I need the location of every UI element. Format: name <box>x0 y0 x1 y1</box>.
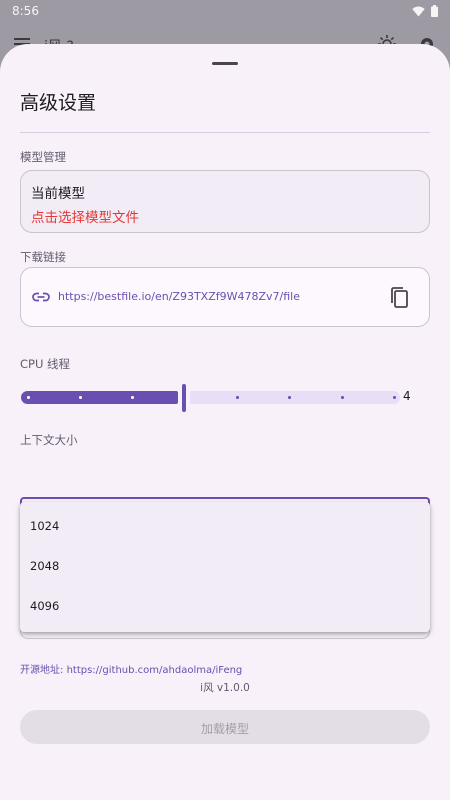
divider <box>20 132 430 133</box>
load-model-label: 加载模型 <box>200 722 249 736</box>
slider-thumb[interactable] <box>182 384 186 412</box>
wifi-icon <box>412 6 425 17</box>
menu-option-4096[interactable]: 4096 <box>20 586 430 626</box>
copy-icon[interactable] <box>389 286 411 310</box>
download-url[interactable]: https://bestfile.io/en/Z93TXZf9W478Zv7/f… <box>58 290 300 303</box>
load-model-button[interactable]: 加载模型 <box>20 710 430 744</box>
slider-tick <box>27 396 30 399</box>
current-model-label: 当前模型 <box>31 186 85 202</box>
cpu-threads-value: 4 <box>403 389 411 403</box>
menu-option-label: 2048 <box>30 559 60 573</box>
download-section-label: 下载链接 <box>20 250 66 264</box>
context-size-label: 上下文大小 <box>20 433 78 447</box>
sheet-title: 高级设置 <box>20 92 97 114</box>
cpu-threads-slider[interactable] <box>20 384 400 412</box>
source-code-link[interactable]: 开源地址: https://github.com/ahdaolma/iFeng <box>20 661 242 676</box>
battery-icon <box>431 5 438 17</box>
status-icons <box>412 5 438 17</box>
menu-option-2048[interactable]: 2048 <box>20 546 430 586</box>
slider-tick <box>79 396 82 399</box>
source-url: https://github.com/ahdaolma/iFeng <box>66 665 243 676</box>
download-link-card: https://bestfile.io/en/Z93TXZf9W478Zv7/f… <box>20 267 430 327</box>
status-time: 8:56 <box>12 4 39 18</box>
select-model-file-link[interactable]: 点击选择模型文件 <box>31 206 139 226</box>
model-select-card[interactable]: 当前模型 点击选择模型文件 <box>20 170 430 233</box>
menu-option-1024[interactable]: 1024 <box>20 506 430 546</box>
status-bar: 8:56 <box>0 0 450 24</box>
slider-inactive-track <box>190 391 400 404</box>
menu-option-label: 4096 <box>30 599 60 613</box>
cpu-threads-label: CPU 线程 <box>20 357 71 371</box>
slider-active-track <box>21 391 178 404</box>
context-size-menu: 1024 2048 4096 <box>20 502 430 632</box>
slider-tick <box>393 396 396 399</box>
slider-tick <box>341 396 344 399</box>
slider-tick <box>236 396 239 399</box>
source-label: 开源地址: <box>20 665 64 676</box>
model-section-label: 模型管理 <box>20 150 66 164</box>
menu-option-label: 1024 <box>30 519 60 533</box>
slider-tick <box>131 396 134 399</box>
drag-handle[interactable] <box>212 62 238 65</box>
slider-tick <box>288 396 291 399</box>
advanced-settings-sheet: 高级设置 模型管理 当前模型 点击选择模型文件 下载链接 https://bes… <box>0 44 450 800</box>
app-version: i风 v1.0.0 <box>200 682 250 694</box>
link-icon <box>32 292 50 302</box>
